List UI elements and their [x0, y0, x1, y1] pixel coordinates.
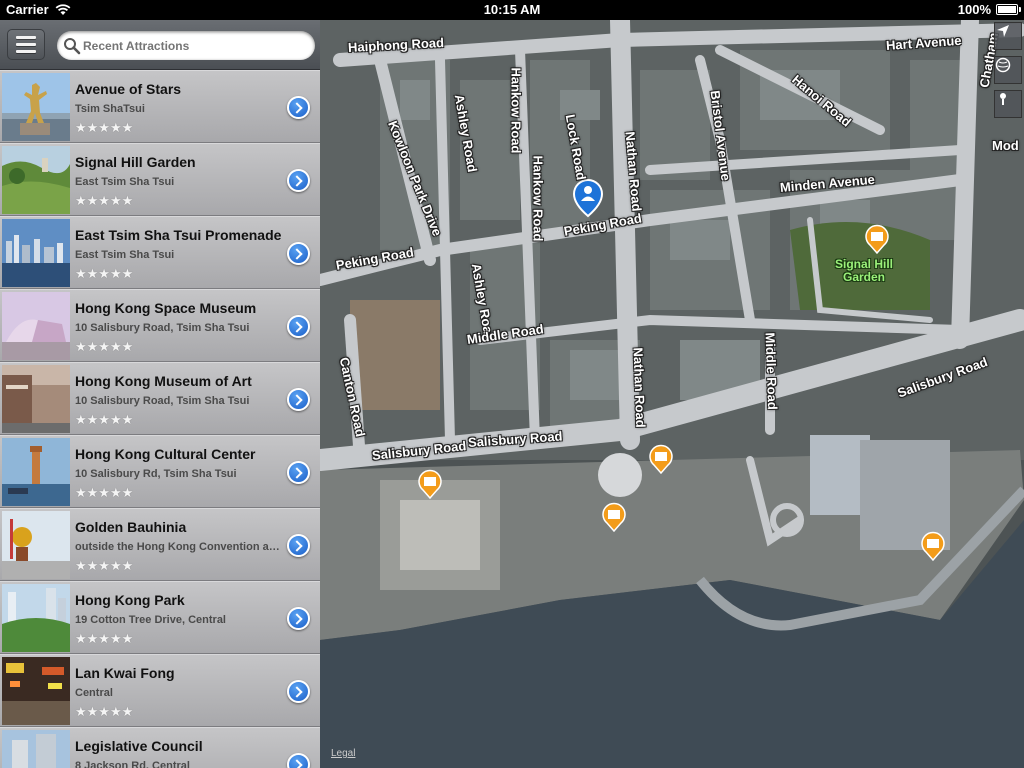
item-title: Golden Bauhinia: [75, 519, 187, 535]
rating-stars: ★★★★★: [75, 339, 134, 354]
detail-disclosure-button[interactable]: [287, 315, 310, 338]
thumbnail-east-tst-promenade: [2, 219, 70, 287]
globe-icon: [995, 57, 1011, 73]
attraction-list: Avenue of Stars Tsim ShaTsui ★★★★★ Signa…: [0, 70, 320, 768]
detail-disclosure-button[interactable]: [287, 242, 310, 265]
road-label: Middle Road: [762, 332, 781, 410]
street-view-button[interactable]: [994, 90, 1022, 118]
detail-disclosure-button[interactable]: [287, 461, 310, 484]
search-field[interactable]: [57, 31, 315, 60]
item-subtitle: Central: [75, 687, 113, 699]
thumbnail-cultural-center: [2, 438, 70, 506]
rating-stars: ★★★★★: [75, 631, 134, 646]
list-item[interactable]: Hong Kong Park 19 Cotton Tree Drive, Cen…: [0, 581, 320, 654]
item-title: Legislative Council: [75, 738, 203, 754]
search-icon: [63, 37, 81, 55]
item-title: Hong Kong Museum of Art: [75, 373, 252, 389]
legal-link[interactable]: Legal: [331, 748, 355, 759]
list-item[interactable]: Signal Hill Garden East Tsim Sha Tsui ★★…: [0, 143, 320, 216]
battery-percent: 100%: [957, 2, 991, 17]
item-subtitle: East Tsim Sha Tsui: [75, 249, 175, 261]
globe-button[interactable]: [994, 56, 1022, 84]
rating-stars: ★★★★★: [75, 266, 134, 281]
thumbnail-legislative-council: [2, 730, 70, 768]
rating-stars: ★★★★★: [75, 704, 134, 719]
clock: 10:15 AM: [483, 2, 541, 17]
detail-disclosure-button[interactable]: [287, 534, 310, 557]
thumbnail-hong-kong-park: [2, 584, 70, 652]
map-view[interactable]: Haiphong Road Hankow Road Hankow Road As…: [320, 20, 1024, 768]
location-arrow-button[interactable]: [994, 22, 1022, 50]
detail-disclosure-button[interactable]: [287, 388, 310, 411]
item-title: Lan Kwai Fong: [75, 665, 175, 681]
menu-icon-bar: [16, 36, 36, 39]
item-title: Hong Kong Park: [75, 592, 185, 608]
detail-disclosure-button[interactable]: [287, 680, 310, 703]
location-arrow-icon: [997, 25, 1009, 37]
road-label: Mod: [992, 138, 1019, 153]
item-title: Hong Kong Cultural Center: [75, 446, 256, 462]
detail-disclosure-button[interactable]: [287, 753, 310, 768]
rating-stars: ★★★★★: [75, 558, 134, 573]
battery-indicator: 100%: [957, 2, 1021, 17]
rating-stars: ★★★★★: [75, 485, 134, 500]
menu-icon-bar: [16, 43, 36, 46]
thumbnail-space-museum: [2, 292, 70, 360]
menu-icon-bar: [16, 50, 36, 53]
thumbnail-signal-hill-garden: [2, 146, 70, 214]
panel-toolbar: [0, 20, 320, 70]
menu-button[interactable]: [7, 29, 45, 60]
item-title: Hong Kong Space Museum: [75, 300, 257, 316]
rating-stars: ★★★★★: [75, 120, 134, 135]
rating-stars: ★★★★★: [75, 193, 134, 208]
road-label: Hankow Road: [508, 67, 524, 154]
item-subtitle: outside the Hong Kong Convention and Exh…: [75, 541, 285, 553]
thumbnail-museum-of-art: [2, 365, 70, 433]
thumbnail-avenue-of-stars: [2, 73, 70, 141]
road-label: Nathan Road: [630, 347, 649, 428]
list-item[interactable]: Avenue of Stars Tsim ShaTsui ★★★★★: [0, 70, 320, 143]
item-subtitle: East Tsim Sha Tsui: [75, 176, 175, 188]
status-bar: Carrier 10:15 AM 100%: [0, 0, 1024, 20]
poi-label-signal-hill: Signal Hill Garden: [835, 257, 894, 284]
thumbnail-lan-kwai-fong: [2, 657, 70, 725]
search-input[interactable]: [83, 38, 303, 53]
list-item[interactable]: East Tsim Sha Tsui Promenade East Tsim S…: [0, 216, 320, 289]
list-item[interactable]: Hong Kong Space Museum 10 Salisbury Road…: [0, 289, 320, 362]
item-subtitle: 10 Salisbury Road, Tsim Sha Tsui: [75, 395, 250, 407]
battery-icon: [996, 4, 1021, 15]
pin-drop-icon: [1000, 93, 1006, 105]
list-item[interactable]: Hong Kong Museum of Art 10 Salisbury Roa…: [0, 362, 320, 435]
attractions-panel: Avenue of Stars Tsim ShaTsui ★★★★★ Signa…: [0, 20, 320, 768]
detail-disclosure-button[interactable]: [287, 607, 310, 630]
detail-disclosure-button[interactable]: [287, 169, 310, 192]
item-subtitle: 8 Jackson Rd, Central: [75, 760, 190, 768]
list-item[interactable]: Hong Kong Cultural Center 10 Salisbury R…: [0, 435, 320, 508]
item-subtitle: Tsim ShaTsui: [75, 103, 145, 115]
item-subtitle: 19 Cotton Tree Drive, Central: [75, 614, 226, 626]
thumbnail-golden-bauhinia: [2, 511, 70, 579]
road-label: Hankow Road: [530, 155, 546, 242]
list-item[interactable]: Legislative Council 8 Jackson Rd, Centra…: [0, 727, 320, 768]
item-title: Signal Hill Garden: [75, 154, 196, 170]
rating-stars: ★★★★★: [75, 412, 134, 427]
list-item[interactable]: Golden Bauhinia outside the Hong Kong Co…: [0, 508, 320, 581]
item-subtitle: 10 Salisbury Rd, Tsim Sha Tsui: [75, 468, 237, 480]
list-item[interactable]: Lan Kwai Fong Central ★★★★★: [0, 654, 320, 727]
item-title: Avenue of Stars: [75, 81, 182, 97]
detail-disclosure-button[interactable]: [287, 96, 310, 119]
item-subtitle: 10 Salisbury Road, Tsim Sha Tsui: [75, 322, 250, 334]
item-title: East Tsim Sha Tsui Promenade: [75, 227, 282, 243]
